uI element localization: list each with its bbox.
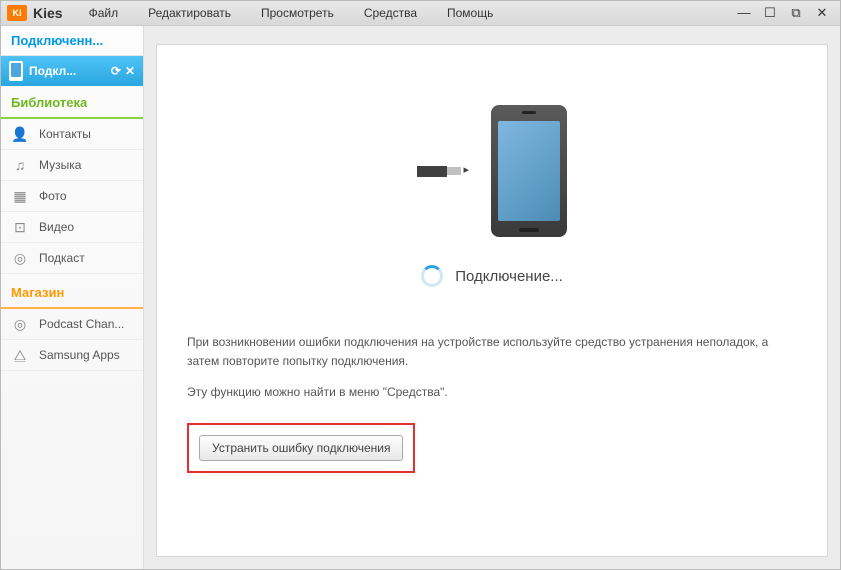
store-list: ◎ Podcast Chan... ⧋ Samsung Apps	[1, 309, 143, 371]
sidebar-item-podcast[interactable]: ◎ Подкаст	[1, 243, 143, 274]
samsung-apps-icon: ⧋	[11, 346, 29, 364]
app-icon: Ki	[7, 5, 27, 21]
contacts-icon: 👤	[11, 125, 29, 143]
menu-file[interactable]: Файл	[89, 6, 119, 20]
sidebar-item-podcast-channel[interactable]: ◎ Podcast Chan...	[1, 309, 143, 340]
sidebar-item-video[interactable]: ⊡ Видео	[1, 212, 143, 243]
sidebar-item-samsung-apps[interactable]: ⧋ Samsung Apps	[1, 340, 143, 371]
fix-connection-button[interactable]: Устранить ошибку подключения	[199, 435, 403, 461]
minimize-button[interactable]: —	[736, 5, 752, 21]
sidebar-item-label: Samsung Apps	[39, 348, 120, 362]
connection-status: Подключение...	[421, 265, 563, 287]
spinner-icon	[421, 265, 443, 287]
sidebar-item-photo[interactable]: ▦ Фото	[1, 181, 143, 212]
sidebar-connected-header: Подключенн...	[1, 26, 143, 56]
app-title: Kies	[33, 5, 63, 21]
sidebar-library-header: Библиотека	[1, 88, 143, 119]
sidebar-item-label: Podcast Chan...	[39, 317, 124, 331]
menu-view[interactable]: Просмотреть	[261, 6, 334, 20]
sidebar-item-label: Видео	[39, 220, 74, 234]
device-label: Подкл...	[29, 64, 105, 78]
sidebar-item-label: Контакты	[39, 127, 91, 141]
podcast-channel-icon: ◎	[11, 315, 29, 333]
restore-button[interactable]: ⧉	[788, 5, 804, 21]
message-2: Эту функцию можно найти в меню "Средства…	[187, 383, 797, 402]
sidebar-item-music[interactable]: ♫ Музыка	[1, 150, 143, 181]
titlebar: Ki Kies Файл Редактировать Просмотреть С…	[1, 1, 840, 26]
music-icon: ♫	[11, 156, 29, 174]
maximize-button[interactable]: ☐	[762, 5, 778, 21]
phone-icon	[9, 61, 23, 81]
connection-illustration	[417, 105, 567, 237]
video-icon: ⊡	[11, 218, 29, 236]
menu-help[interactable]: Помощь	[447, 6, 493, 20]
library-list: 👤 Контакты ♫ Музыка ▦ Фото ⊡ Видео ◎	[1, 119, 143, 274]
usb-cable-icon	[417, 166, 461, 177]
sidebar: Подключенн... Подкл... ⟳ ✕ Библиотека 👤 …	[1, 26, 144, 569]
podcast-icon: ◎	[11, 249, 29, 267]
menu-bar: Файл Редактировать Просмотреть Средства …	[89, 6, 494, 20]
menu-tools[interactable]: Средства	[364, 6, 417, 20]
disconnect-icon[interactable]: ✕	[125, 64, 135, 78]
menu-edit[interactable]: Редактировать	[148, 6, 231, 20]
sidebar-item-label: Фото	[39, 189, 67, 203]
connection-panel: Подключение... При возникновении ошибки …	[156, 44, 828, 557]
sidebar-item-label: Музыка	[39, 158, 81, 172]
sidebar-item-contacts[interactable]: 👤 Контакты	[1, 119, 143, 150]
content: Подключенн... Подкл... ⟳ ✕ Библиотека 👤 …	[1, 26, 840, 569]
message-block: При возникновении ошибки подключения на …	[187, 333, 797, 473]
photo-icon: ▦	[11, 187, 29, 205]
sidebar-store-header: Магазин	[1, 278, 143, 309]
message-1: При возникновении ошибки подключения на …	[187, 333, 797, 371]
fix-highlight-box: Устранить ошибку подключения	[187, 423, 415, 473]
phone-illustration-icon	[491, 105, 567, 237]
status-text: Подключение...	[455, 268, 563, 285]
app-window: Ki Kies Файл Редактировать Просмотреть С…	[0, 0, 841, 570]
refresh-icon[interactable]: ⟳	[111, 64, 121, 78]
close-button[interactable]: ✕	[814, 5, 830, 21]
sidebar-item-label: Подкаст	[39, 251, 85, 265]
window-controls: — ☐ ⧉ ✕	[736, 5, 840, 21]
device-item[interactable]: Подкл... ⟳ ✕	[1, 56, 143, 86]
main-area: Подключение... При возникновении ошибки …	[144, 26, 840, 569]
